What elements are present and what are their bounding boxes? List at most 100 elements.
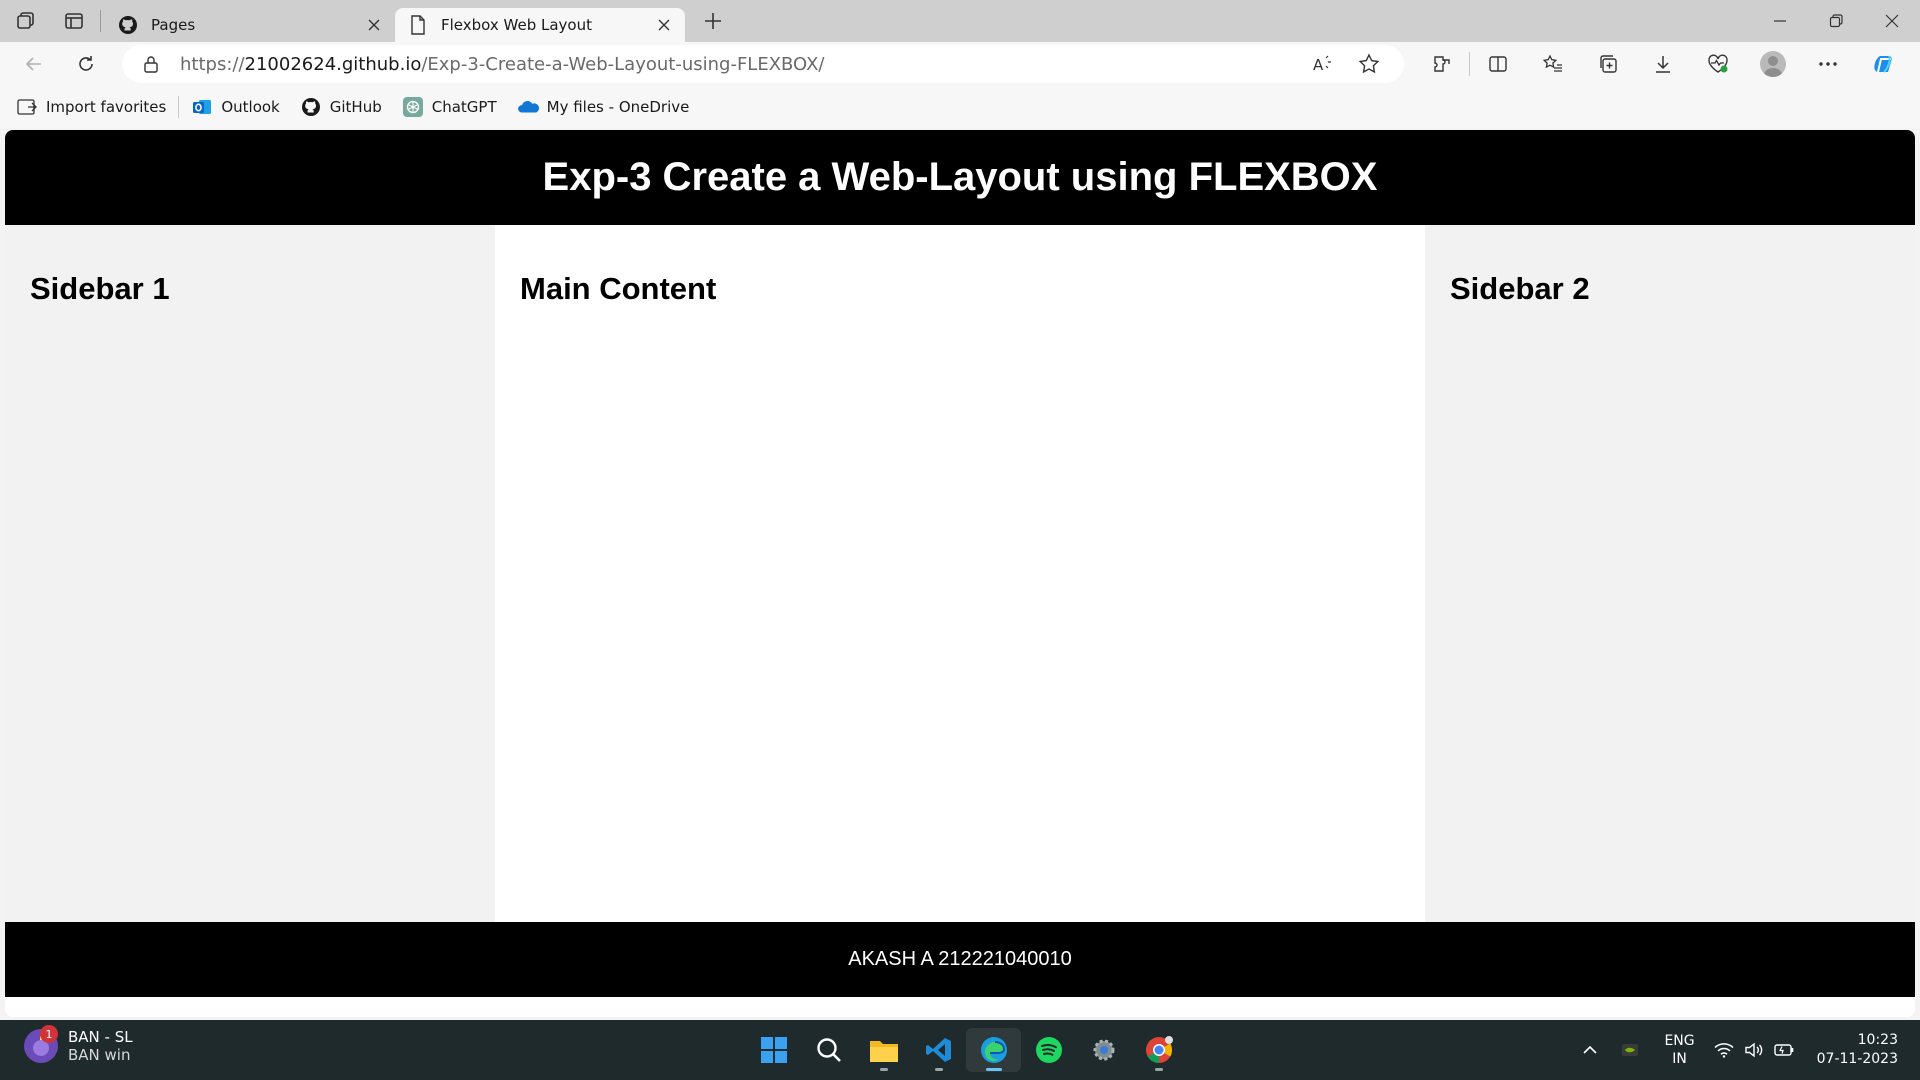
- copilot-button[interactable]: [1855, 44, 1910, 84]
- url-scheme: https://: [180, 53, 245, 75]
- nvidia-tray-button[interactable]: [1610, 1030, 1650, 1070]
- lock-icon[interactable]: [138, 51, 164, 77]
- url-path: /Exp-3-Create-a-Web-Layout-using-FLEXBOX…: [421, 53, 825, 75]
- extensions-button[interactable]: [1414, 44, 1469, 84]
- settings-more-button[interactable]: [1800, 44, 1855, 84]
- collections-button[interactable]: [1580, 44, 1635, 84]
- spotify-icon: [1035, 1036, 1063, 1064]
- taskbar-file-explorer[interactable]: [856, 1028, 911, 1072]
- settings-icon: [1090, 1036, 1118, 1064]
- volume-button[interactable]: [1739, 1030, 1769, 1070]
- favorite-outlook[interactable]: Outlook: [191, 96, 280, 118]
- avatar: [1759, 51, 1786, 77]
- favorite-label: GitHub: [329, 98, 382, 116]
- close-icon[interactable]: [653, 14, 675, 36]
- taskbar-edge[interactable]: [966, 1028, 1021, 1072]
- toolbar-actions: [1414, 44, 1910, 84]
- tab-flexbox-web-layout[interactable]: Flexbox Web Layout: [395, 8, 685, 42]
- sidebar-2: Sidebar 2: [1425, 225, 1915, 922]
- minimize-button[interactable]: [1752, 0, 1808, 42]
- show-hidden-icons-button[interactable]: [1570, 1030, 1610, 1070]
- onedrive-icon: [517, 96, 539, 118]
- tab-pages[interactable]: Pages: [105, 8, 395, 42]
- sidebar-1-heading: Sidebar 1: [30, 271, 170, 306]
- refresh-icon: [76, 54, 96, 74]
- widget-icon: 1: [24, 1025, 58, 1063]
- page-title: Exp-3 Create a Web-Layout using FLEXBOX: [542, 155, 1378, 199]
- footer-text: AKASH A 212221040010: [848, 948, 1072, 970]
- split-screen-button[interactable]: [1470, 44, 1525, 84]
- windows-start-icon: [760, 1036, 788, 1064]
- extensions-icon: [1431, 53, 1453, 75]
- widget-line1: BAN - SL: [68, 1028, 133, 1046]
- language-code: ENG: [1664, 1033, 1695, 1049]
- taskbar: 1 BAN - SL BAN win ENG IN 10:23 07-11-20…: [0, 1020, 1920, 1080]
- github-icon: [117, 14, 139, 36]
- address-bar[interactable]: https://21002624.github.io/Exp-3-Create-…: [122, 45, 1404, 83]
- main-content: Main Content: [495, 225, 1425, 922]
- language-indicator[interactable]: ENG IN: [1664, 1032, 1694, 1068]
- weather-widget[interactable]: 1 BAN - SL BAN win: [24, 1025, 133, 1064]
- vertical-tabs-button[interactable]: [52, 0, 96, 42]
- sidebar-2-heading: Sidebar 2: [1450, 271, 1590, 306]
- battery-icon: [1773, 1043, 1794, 1057]
- widget-line2: BAN win: [68, 1046, 131, 1064]
- running-indicator: [935, 1068, 943, 1071]
- close-icon: [1885, 14, 1899, 28]
- favorite-star-icon[interactable]: [1346, 47, 1392, 81]
- url-text[interactable]: https://21002624.github.io/Exp-3-Create-…: [180, 54, 1300, 75]
- restore-icon: [1829, 14, 1843, 28]
- back-arrow-icon: [24, 54, 44, 74]
- taskbar-vscode[interactable]: [911, 1028, 966, 1072]
- taskbar-spotify[interactable]: [1021, 1028, 1076, 1072]
- notification-badge: 1: [40, 1025, 58, 1043]
- running-indicator: [986, 1068, 1002, 1071]
- browser-essentials-button[interactable]: [1690, 44, 1745, 84]
- site-footer: AKASH A 212221040010: [5, 922, 1915, 997]
- page-viewport: Exp-3 Create a Web-Layout using FLEXBOX …: [5, 130, 1915, 1017]
- running-indicator: [1155, 1068, 1163, 1071]
- clock-time: 10:23: [1857, 1032, 1898, 1048]
- taskbar-search-button[interactable]: [801, 1028, 856, 1072]
- workspaces-icon: [15, 10, 37, 32]
- taskbar-apps: [746, 1028, 1186, 1072]
- favorite-chatgpt[interactable]: ChatGPT: [402, 96, 497, 118]
- close-window-button[interactable]: [1864, 0, 1920, 42]
- clock-date: 07-11-2023: [1816, 1051, 1898, 1067]
- vertical-tabs-icon: [63, 10, 85, 32]
- nvidia-icon: [1621, 1043, 1639, 1057]
- tab-divider: [100, 10, 101, 32]
- downloads-button[interactable]: [1635, 44, 1690, 84]
- flex-container: Sidebar 1 Main Content Sidebar 2: [5, 225, 1915, 922]
- more-dots-icon: [1817, 61, 1839, 67]
- heart-pulse-icon: [1706, 53, 1730, 75]
- running-indicator: [880, 1068, 888, 1071]
- start-button[interactable]: [746, 1028, 801, 1072]
- taskbar-chrome[interactable]: [1131, 1028, 1186, 1072]
- main-content-heading: Main Content: [520, 271, 717, 306]
- clock[interactable]: 10:23 07-11-2023: [1817, 1031, 1898, 1069]
- collections-icon: [1597, 53, 1619, 75]
- split-screen-icon: [1487, 53, 1509, 75]
- back-button[interactable]: [12, 44, 56, 84]
- battery-button[interactable]: [1769, 1030, 1799, 1070]
- favorite-label: Outlook: [221, 98, 280, 116]
- favorite-onedrive[interactable]: My files - OneDrive: [517, 96, 689, 118]
- profile-button[interactable]: [1745, 44, 1800, 84]
- wifi-icon: [1714, 1042, 1734, 1058]
- favorites-button[interactable]: [1525, 44, 1580, 84]
- new-tab-button[interactable]: [691, 0, 735, 42]
- workspaces-button[interactable]: [0, 0, 52, 42]
- favorite-import-favorites[interactable]: Import favorites: [16, 96, 166, 118]
- favorite-github[interactable]: GitHub: [300, 96, 382, 118]
- taskbar-settings[interactable]: [1076, 1028, 1131, 1072]
- refresh-button[interactable]: [64, 44, 108, 84]
- wifi-button[interactable]: [1709, 1030, 1739, 1070]
- minimize-icon: [1773, 14, 1787, 28]
- restore-button[interactable]: [1808, 0, 1864, 42]
- favorite-label: Import favorites: [46, 98, 167, 116]
- copilot-icon: [1869, 50, 1897, 78]
- read-aloud-icon[interactable]: A: [1300, 47, 1346, 81]
- site-header: Exp-3 Create a Web-Layout using FLEXBOX: [5, 130, 1915, 225]
- close-icon[interactable]: [363, 14, 385, 36]
